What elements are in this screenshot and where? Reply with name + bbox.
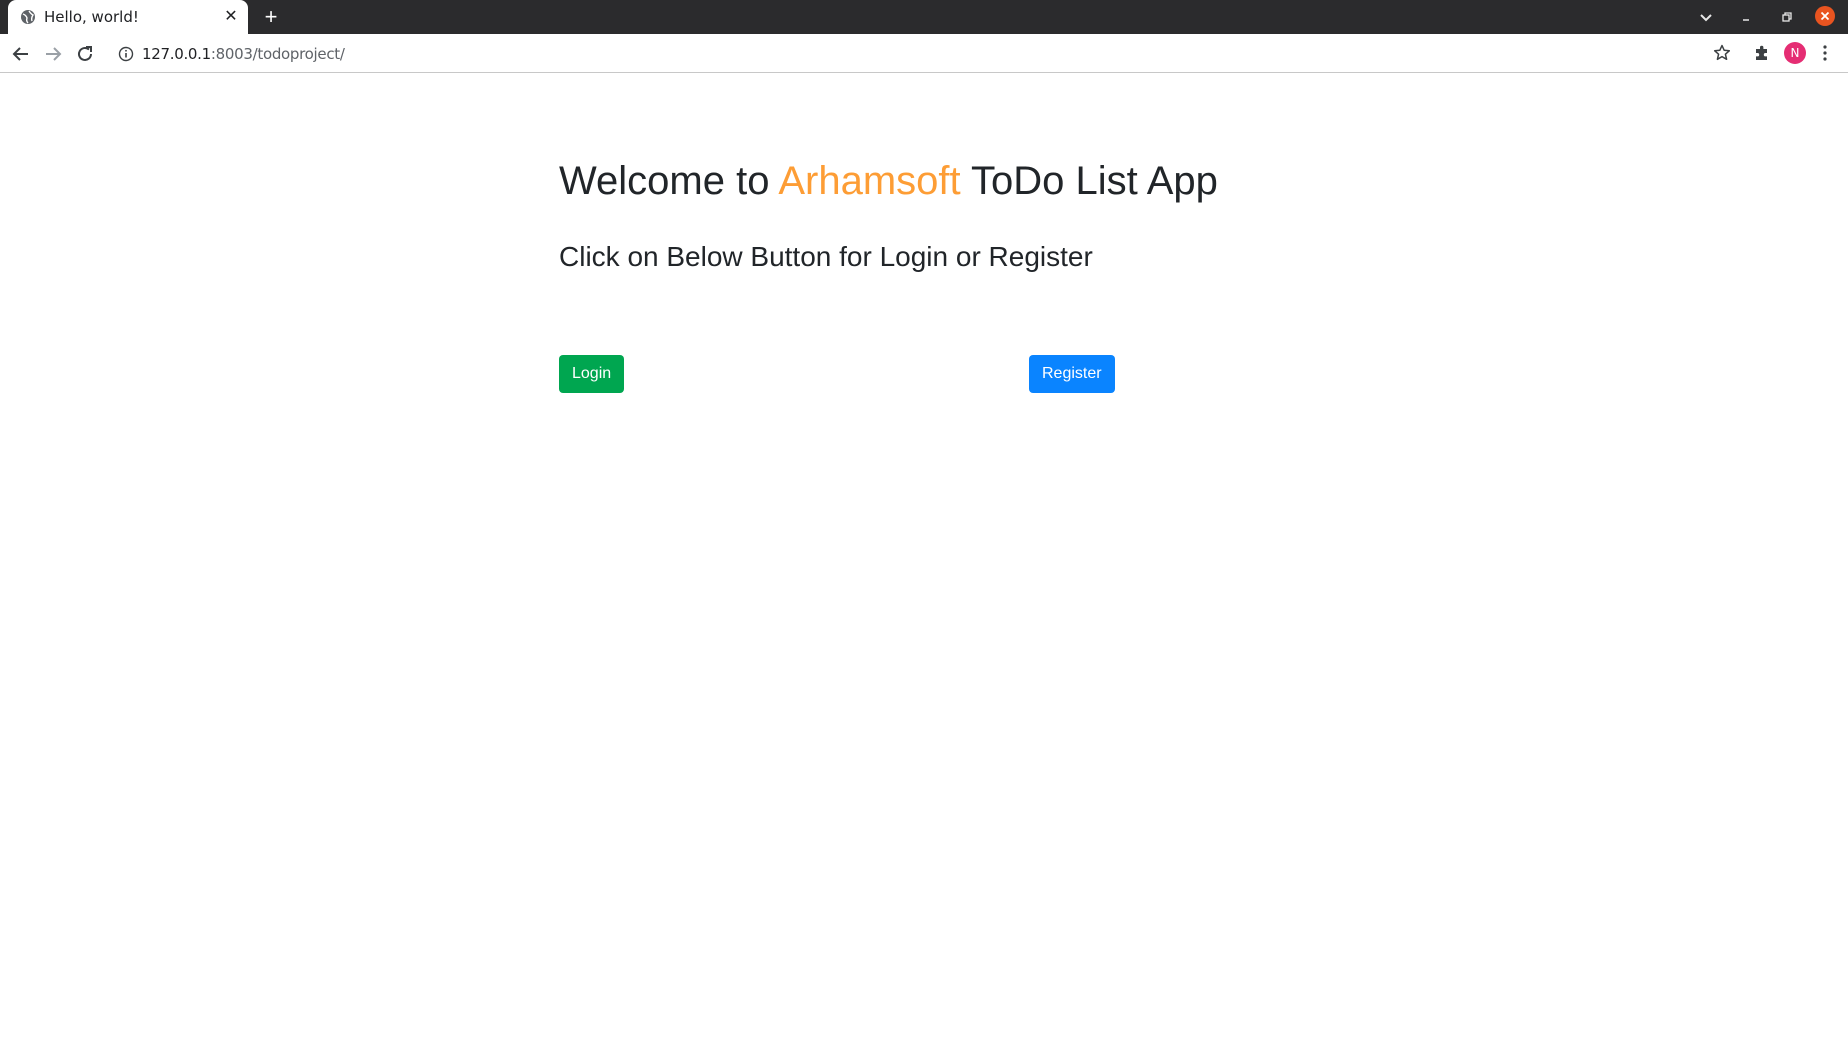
star-icon[interactable] [1712,43,1732,63]
profile-avatar[interactable]: N [1784,42,1806,64]
browser-toolbar: 127.0.0.1:8003/todoproject/ N [0,34,1848,73]
new-tab-button[interactable]: + [260,6,282,28]
chevron-down-icon[interactable] [1696,7,1716,27]
page-subtitle: Click on Below Button for Login or Regis… [559,241,1093,272]
url-host: 127.0.0.1 [142,45,211,63]
back-arrow-icon[interactable] [10,43,32,65]
url-text: 127.0.0.1:8003/todoproject/ [142,45,345,63]
url-path: :8003/todoproject/ [210,45,345,63]
tab-title: Hello, world! [44,8,139,26]
tab-close-icon[interactable]: ✕ [222,8,240,26]
page-title: Welcome to Arhamsoft ToDo List App [559,159,1218,204]
title-suffix: ToDo List App [960,159,1218,203]
brand-name: Arhamsoft [778,159,961,203]
window-close-button[interactable] [1815,6,1835,26]
reload-icon[interactable] [74,43,96,65]
login-button[interactable]: Login [559,355,625,393]
puzzle-icon[interactable] [1752,43,1772,63]
tab-active[interactable]: Hello, world! ✕ [8,0,248,34]
close-icon [1820,11,1830,21]
info-icon[interactable] [118,46,134,62]
kebab-menu-icon[interactable] [1818,43,1832,63]
minimize-icon[interactable] [1736,7,1756,27]
page-content: Welcome to Arhamsoft ToDo List App Click… [0,73,1848,1053]
forward-arrow-icon[interactable] [42,43,64,65]
title-prefix: Welcome to [559,159,779,203]
register-button[interactable]: Register [1029,355,1115,393]
tab-strip: Hello, world! ✕ + [0,0,1848,34]
globe-icon [21,10,35,24]
address-bar[interactable]: 127.0.0.1:8003/todoproject/ [108,39,1712,69]
restore-icon[interactable] [1776,7,1796,27]
